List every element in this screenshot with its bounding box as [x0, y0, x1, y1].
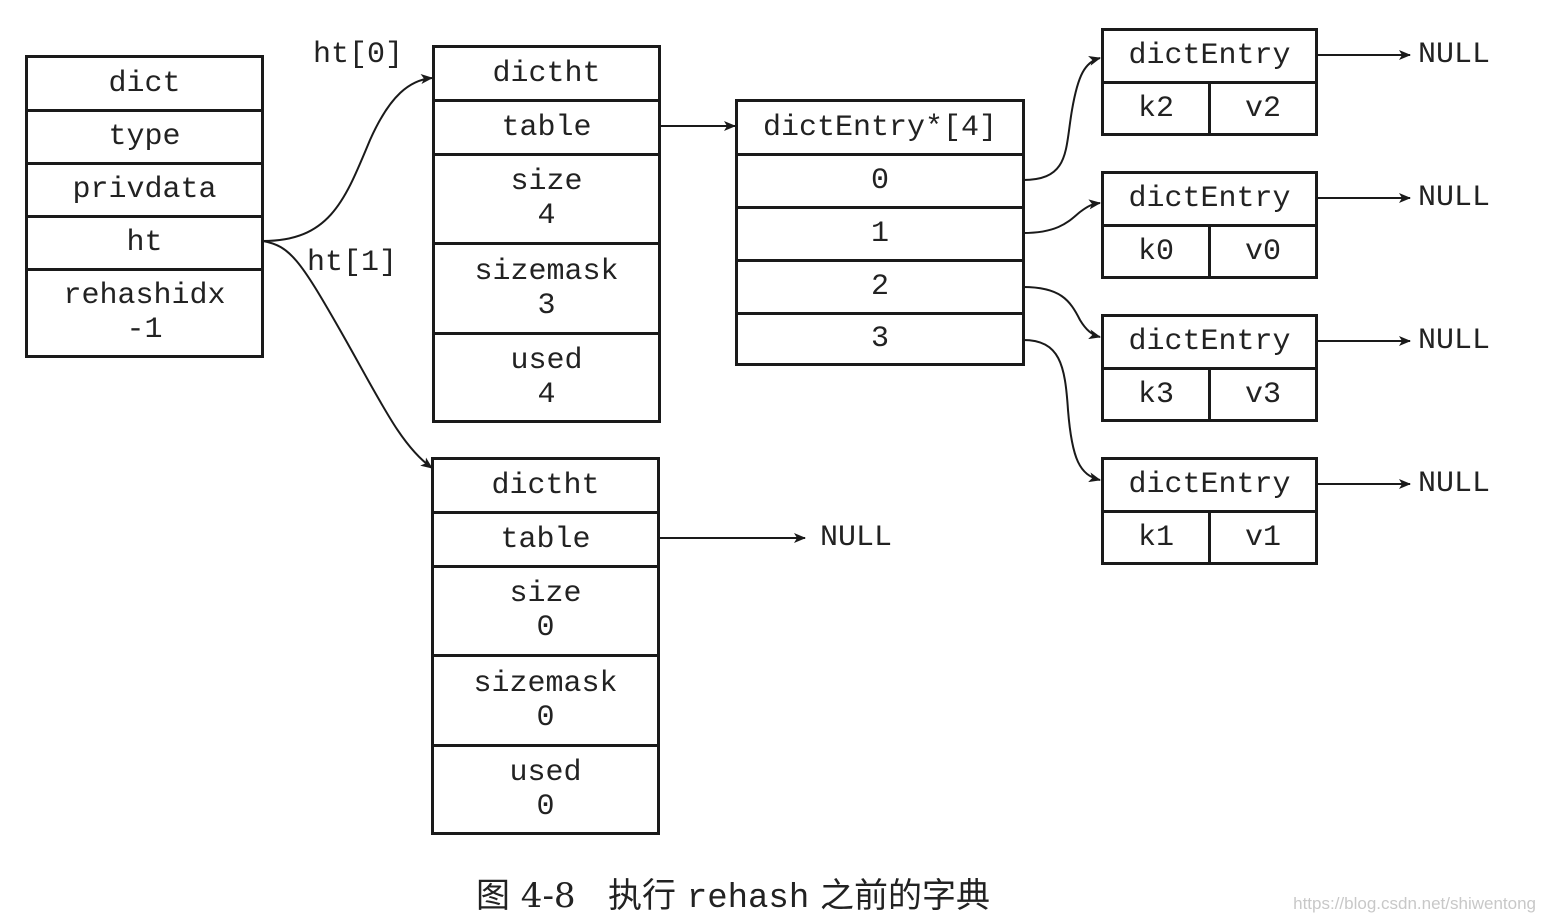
field-value: 0: [536, 611, 555, 645]
entry-title: dictEntry: [1128, 39, 1291, 73]
entry-key: k0: [1104, 227, 1211, 276]
dictht-1: dictht table size 0 sizemask 0 used 0: [431, 457, 660, 835]
dict-entry-kv: k3 v3: [1104, 370, 1315, 419]
dictht-field-used: used 4: [435, 335, 658, 420]
dictht-field-table: table: [434, 514, 657, 568]
field-label: size: [510, 165, 583, 199]
bucket-index: 3: [870, 322, 889, 356]
arrow-bucket1: [1022, 199, 1101, 234]
bucket-array-title: dictEntry*[4]: [762, 110, 998, 145]
caption-text-before: 执行: [608, 876, 676, 916]
field-label: size: [509, 577, 582, 611]
field-label: table: [500, 522, 591, 557]
arrow-ht0: [262, 74, 433, 242]
watermark: https://blog.csdn.net/shiwentong: [1293, 894, 1536, 913]
dict-entry-kv: k2 v2: [1104, 84, 1315, 133]
entry-title: dictEntry: [1128, 468, 1291, 502]
entry-value: v0: [1244, 234, 1281, 269]
entry-value: v3: [1244, 377, 1281, 412]
arrow-bucket3: [1022, 339, 1101, 483]
field-label: ht: [126, 226, 163, 260]
entry-null: NULL: [1418, 324, 1491, 358]
caption-text-after: 之前的字典: [820, 876, 991, 916]
bucket-slot: 1: [738, 209, 1022, 262]
entry-null: NULL: [1418, 38, 1491, 72]
field-value: 0: [536, 700, 555, 735]
dict-field-privdata: privdata: [28, 165, 261, 218]
bucket-index: 0: [870, 164, 889, 198]
dict-struct: dict type privdata ht rehashidx -1: [25, 55, 264, 358]
ht1-label: ht[1]: [307, 246, 398, 280]
entry-null: NULL: [1418, 181, 1491, 215]
dictht-0: dictht table size 4 sizemask 3 used 4: [432, 45, 661, 423]
dict-entry: dictEntry k2 v2: [1101, 28, 1318, 136]
dictht-field-table: table: [435, 102, 658, 156]
field-label: table: [501, 110, 592, 145]
dictht-field-size: size 4: [435, 156, 658, 245]
arrow-bucket0: [1022, 56, 1101, 181]
field-label: sizemask: [473, 666, 618, 701]
entry-title: dictEntry: [1128, 325, 1291, 359]
dict-entry-header: dictEntry: [1104, 174, 1315, 227]
dictht-field-sizemask: sizemask 3: [435, 245, 658, 335]
entry-title: dictEntry: [1128, 182, 1291, 216]
dict-entry-kv: k1 v1: [1104, 513, 1315, 562]
arrow-bucket2: [1022, 286, 1101, 340]
field-label: privdata: [72, 173, 217, 207]
field-label: dictht: [492, 56, 601, 91]
field-label: used: [510, 343, 583, 378]
bucket-slot: 2: [738, 262, 1022, 315]
dictht-field-size: size 0: [434, 568, 657, 657]
dictht-header: dictht: [435, 48, 658, 102]
dict-entry-header: dictEntry: [1104, 31, 1315, 84]
bucket-index: 2: [870, 270, 889, 304]
field-label: dict: [108, 66, 181, 101]
bucket-array: dictEntry*[4] 0 1 2 3: [735, 99, 1025, 366]
entry-null: NULL: [1418, 467, 1491, 501]
field-value: 0: [536, 789, 555, 824]
entry-value: v2: [1244, 91, 1281, 126]
figure-caption: 图 4-8 执行 rehash 之前的字典: [476, 868, 990, 918]
caption-code: rehash: [686, 880, 810, 918]
dictht-header: dictht: [434, 460, 657, 514]
field-value: 4: [537, 199, 556, 233]
dictht-field-sizemask: sizemask 0: [434, 657, 657, 747]
ht0-label: ht[0]: [313, 38, 404, 72]
bucket-slot: 0: [738, 156, 1022, 209]
dict-field-ht: ht: [28, 218, 261, 271]
field-value: 4: [537, 377, 556, 412]
entry-key: k1: [1104, 513, 1211, 562]
field-label: used: [509, 755, 582, 790]
field-label: type: [108, 120, 181, 154]
field-label: dictht: [491, 468, 600, 503]
dict-field-rehashidx: rehashidx -1: [28, 271, 261, 355]
entry-key: k3: [1104, 370, 1211, 419]
dict-entry-header: dictEntry: [1104, 317, 1315, 370]
dict-entry: dictEntry k0 v0: [1101, 171, 1318, 279]
field-value: -1: [126, 313, 163, 347]
bucket-slot: 3: [738, 315, 1022, 363]
field-label: sizemask: [474, 254, 619, 289]
dict-entry-header: dictEntry: [1104, 460, 1315, 513]
caption-prefix: 图 4-8: [476, 876, 576, 916]
field-label: rehashidx: [63, 279, 226, 313]
bucket-array-header: dictEntry*[4]: [738, 102, 1022, 156]
field-value: 3: [537, 288, 556, 323]
dict-field-type: type: [28, 112, 261, 165]
bucket-index: 1: [870, 217, 889, 251]
dict-entry: dictEntry k3 v3: [1101, 314, 1318, 422]
dict-entry: dictEntry k1 v1: [1101, 457, 1318, 565]
dictht-field-used: used 0: [434, 747, 657, 832]
dict-header: dict: [28, 58, 261, 112]
entry-value: v1: [1244, 520, 1281, 555]
entry-key: k2: [1104, 84, 1211, 133]
dict-entry-kv: k0 v0: [1104, 227, 1315, 276]
ht1-table-null: NULL: [820, 521, 893, 555]
